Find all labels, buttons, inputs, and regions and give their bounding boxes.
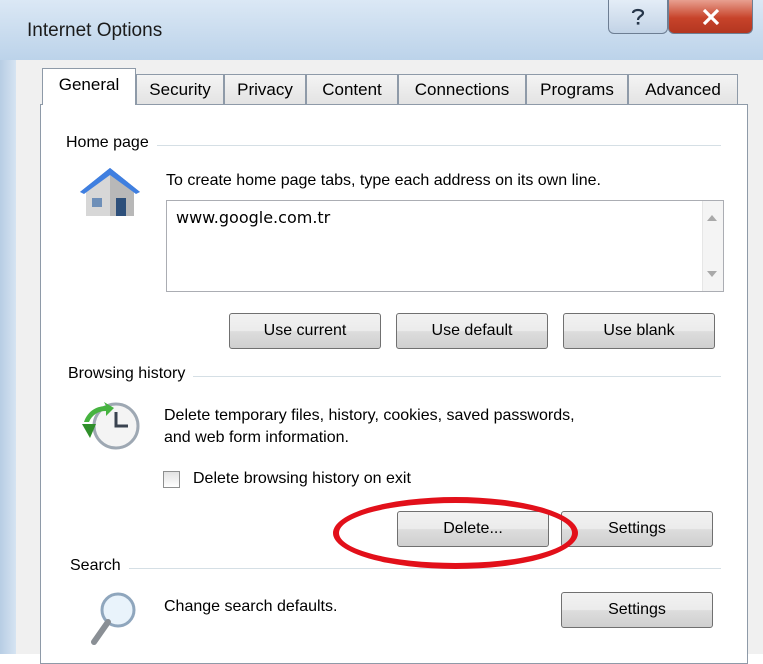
tab-security[interactable]: Security <box>136 74 224 104</box>
tab-connections[interactable]: Connections <box>398 74 526 104</box>
button-label: Use blank <box>603 322 675 339</box>
magnifier-icon <box>91 592 136 645</box>
home-page-group-label: Home page <box>66 134 157 152</box>
tab-label: Connections <box>414 79 510 99</box>
button-label: Use default <box>431 322 513 339</box>
delete-history-on-exit-checkbox[interactable] <box>163 471 180 488</box>
tab-advanced[interactable]: Advanced <box>628 74 738 104</box>
use-current-button[interactable]: Use current <box>229 313 381 349</box>
question-mark-icon <box>631 8 645 25</box>
tab-label: Content <box>322 79 382 99</box>
tab-programs[interactable]: Programs <box>526 74 628 104</box>
tab-privacy[interactable]: Privacy <box>224 74 306 104</box>
browsing-history-group-label: Browsing history <box>68 365 194 383</box>
search-settings-button[interactable]: Settings <box>561 592 713 628</box>
button-label: Settings <box>608 520 666 537</box>
textarea-scrollbar[interactable] <box>702 201 723 291</box>
search-divider <box>70 568 721 569</box>
browsing-history-description-line2: and web form information. <box>164 429 349 446</box>
browsing-history-settings-button[interactable]: Settings <box>561 511 713 547</box>
scroll-up-arrow-icon[interactable] <box>707 215 717 221</box>
window-title: Internet Options <box>27 20 163 41</box>
red-highlight-annotation <box>333 497 578 569</box>
use-blank-button[interactable]: Use blank <box>563 313 715 349</box>
window-left-edge <box>0 0 16 654</box>
search-description: Change search defaults. <box>164 598 338 615</box>
close-button[interactable] <box>668 0 753 34</box>
home-page-address-value: www.google.com.tr <box>176 208 331 227</box>
home-page-divider <box>66 145 721 146</box>
browsing-history-description-line1: Delete temporary files, history, cookies… <box>164 407 575 424</box>
tab-label: Advanced <box>645 79 721 99</box>
search-group-label: Search <box>70 557 129 575</box>
help-button[interactable] <box>608 0 668 34</box>
tab-label: Programs <box>540 79 614 99</box>
use-default-button[interactable]: Use default <box>396 313 548 349</box>
button-label: Settings <box>608 601 666 618</box>
home-page-address-textarea[interactable]: www.google.com.tr <box>166 200 724 292</box>
tab-content[interactable]: Content <box>306 74 398 104</box>
close-x-icon <box>702 8 719 25</box>
history-clock-icon <box>82 402 140 450</box>
tab-label: Privacy <box>237 79 293 99</box>
house-icon <box>80 168 140 216</box>
tab-general[interactable]: General <box>42 68 136 105</box>
scroll-down-arrow-icon[interactable] <box>707 271 717 277</box>
delete-history-on-exit-label[interactable]: Delete browsing history on exit <box>193 468 411 490</box>
title-bar[interactable]: Internet Options <box>0 0 763 60</box>
home-page-instruction: To create home page tabs, type each addr… <box>166 172 601 189</box>
tab-label: Security <box>149 79 211 99</box>
button-label: Use current <box>263 322 347 339</box>
tab-label: General <box>58 75 120 94</box>
